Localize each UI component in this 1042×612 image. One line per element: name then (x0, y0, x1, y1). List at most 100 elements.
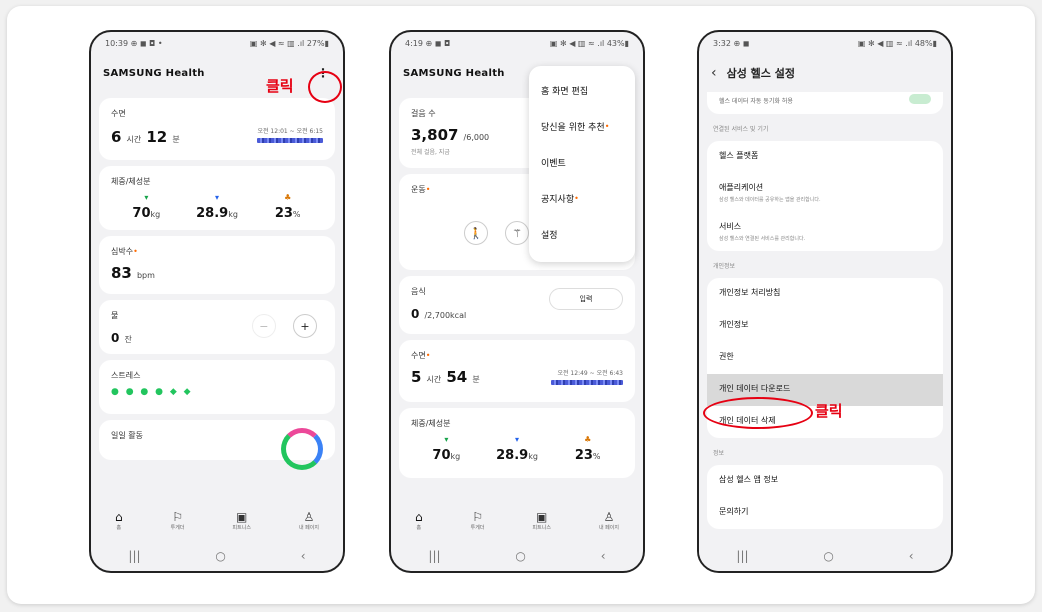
fat-icon: ♣ (584, 435, 592, 444)
daily-activity-card[interactable]: 일일 활동 (99, 420, 335, 470)
sleep-card[interactable]: 수면• 5 시간 54 분 오전 12:49 ~ 오전 6:43 (399, 340, 635, 402)
sleep-label: 수면 (111, 109, 126, 118)
nav-home[interactable]: ⌂ 홈 (415, 510, 423, 531)
permissions-row[interactable]: 권한 (707, 342, 943, 374)
nav-together[interactable]: ⚐ 투게더 (471, 510, 485, 531)
new-dot: • (574, 193, 579, 203)
menu-recommend[interactable]: 당신을 위한 추천 • (529, 108, 635, 144)
muscle-icon: ▾ (215, 193, 220, 202)
nav-together[interactable]: ⚐ 투게더 (171, 510, 185, 531)
nav-my-page[interactable]: ♙ 내 페이지 (599, 510, 619, 531)
back-button[interactable]: ‹ (301, 549, 306, 563)
status-bar: 4:19 ⊕ ◼ ◘ ▣ ✻ ◀ ▥ ≈ .ıl 43%▮ (391, 32, 643, 54)
sleep-card[interactable]: 수면 6 시간 12 분 오전 12:01 ~ 오전 6:15 (99, 98, 335, 160)
food-value: 0 (411, 307, 420, 321)
health-platform-row[interactable]: 헬스 플랫폼 (707, 141, 943, 173)
exercise-label: 운동 (411, 185, 426, 194)
apps-desc: 삼성 헬스와 데이터를 공유하는 앱을 관리합니다. (719, 197, 821, 203)
menu-notices[interactable]: 공지사항 • (529, 180, 635, 216)
connected-group: 헬스 플랫폼 애플리케이션 삼성 헬스와 데이터를 공유하는 앱을 관리합니다. … (707, 141, 943, 251)
stress-card[interactable]: 스트레스 ● ● ● ● ◆ ◆ (99, 360, 335, 414)
status-time: 4:19 ⊕ ◼ ◘ (405, 38, 451, 48)
walk-icon[interactable]: 🚶 (463, 221, 488, 245)
nav-home-label: 홈 (116, 524, 122, 531)
water-value: 0 (111, 331, 120, 345)
sleep-stage-bar (551, 380, 623, 385)
home-feed[interactable]: 수면 6 시간 12 분 오전 12:01 ~ 오전 6:15 체중/체성분 ▾… (91, 92, 343, 499)
system-nav: ||| ○ ‹ (391, 541, 643, 571)
heart-rate-card[interactable]: 심박수• 83 bpm (99, 236, 335, 294)
phone-settings-screen: 3:32 ⊕ ◼ ▣ ✻ ◀ ▥ ≈ .ıl 48%▮ ‹ 삼성 헬스 설정 헬… (697, 30, 953, 573)
personal-info-row[interactable]: 개인정보 (707, 310, 943, 342)
settings-list[interactable]: 헬스 데이터 자동 동기화 허용 연결된 서비스 및 기기 헬스 플랫폼 애플리… (699, 92, 951, 541)
back-arrow-icon[interactable]: ‹ (711, 65, 717, 81)
menu-edit-home[interactable]: 홈 화면 편집 (529, 72, 635, 108)
sleep-time-range: 오전 12:01 ~ 오전 6:15 (257, 128, 323, 135)
nav-home[interactable]: ⌂ 홈 (115, 510, 123, 531)
workout-icon[interactable]: ⚚ (505, 221, 529, 245)
stress-meter: ● ● ● ● ◆ ◆ (111, 387, 193, 397)
home-button[interactable]: ○ (215, 549, 225, 563)
system-nav: ||| ○ ‹ (699, 541, 951, 571)
recent-apps-button[interactable]: ||| (428, 549, 440, 563)
apps-label: 애플리케이션 (719, 183, 764, 192)
nav-fitness[interactable]: ▣ 피트니스 (233, 510, 251, 531)
status-bar: 10:39 ⊕ ◼ ◘ • ▣ ✻ ◀ ≈ ▥ .ıl 27%▮ (91, 32, 343, 54)
food-input-button[interactable]: 입력 (549, 288, 623, 310)
home-button[interactable]: ○ (515, 549, 525, 563)
fat-unit: % (292, 210, 301, 219)
back-button[interactable]: ‹ (909, 549, 914, 563)
recent-apps-button[interactable]: ||| (128, 549, 140, 563)
nav-my-page[interactable]: ♙ 내 페이지 (299, 510, 319, 531)
fat-unit: % (592, 452, 601, 461)
services-label: 서비스 (719, 222, 742, 231)
status-time: 3:32 ⊕ ◼ (713, 38, 750, 48)
status-bar: 3:32 ⊕ ◼ ▣ ✻ ◀ ▥ ≈ .ıl 48%▮ (699, 32, 951, 54)
app-info-row[interactable]: 삼성 헬스 앱 정보 (707, 465, 943, 497)
more-options-menu: 홈 화면 편집 당신을 위한 추천 • 이벤트 공지사항 • 설정 (529, 66, 635, 262)
apps-row[interactable]: 애플리케이션삼성 헬스와 데이터를 공유하는 앱을 관리합니다. (707, 173, 943, 212)
status-icons: ▣ ✻ ◀ ▥ ≈ .ıl 48%▮ (857, 38, 937, 48)
home-icon: ⌂ (415, 509, 423, 524)
heart-unit: bpm (136, 271, 155, 280)
activity-rings (281, 428, 323, 470)
body-composition-card[interactable]: 체중/체성분 ▾ 70kg ▾ 28.9kg ♣ 23% (99, 166, 335, 230)
sleep-time-range: 오전 12:49 ~ 오전 6:43 (557, 370, 623, 377)
body-label: 체중/체성분 (111, 177, 151, 186)
click-highlight-download (703, 397, 813, 429)
health-platform-label: 헬스 플랫폼 (719, 151, 759, 160)
water-card[interactable]: 물 0 잔 − + (99, 300, 335, 354)
recent-apps-button[interactable]: ||| (736, 549, 748, 563)
water-plus-button[interactable]: + (293, 314, 317, 338)
privacy-policy-row[interactable]: 개인정보 처리방침 (707, 278, 943, 310)
nav-home-label: 홈 (416, 524, 422, 531)
app-brand: SAMSUNG Health (103, 67, 205, 79)
settings-header: ‹ 삼성 헬스 설정 (699, 54, 951, 92)
auto-sync-row[interactable]: 헬스 데이터 자동 동기화 허용 (707, 92, 943, 114)
steps-value: 3,807 (411, 126, 459, 144)
heart-label: 심박수 (111, 247, 134, 256)
new-dot: • (604, 121, 610, 131)
click-highlight-menu (308, 71, 342, 103)
water-minus-button[interactable]: − (251, 314, 276, 338)
system-nav: ||| ○ ‹ (91, 541, 343, 571)
body-composition-card[interactable]: 체중/체성분 ▾ 70kg ▾ 28.9kg ♣ 23% (399, 408, 635, 478)
services-row[interactable]: 서비스 삼성 헬스와 연결된 서비스를 관리합니다. (707, 212, 943, 251)
nav-fitness[interactable]: ▣ 피트니스 (533, 510, 551, 531)
home-button[interactable]: ○ (823, 549, 833, 563)
sleep-stage-bar (257, 138, 323, 143)
food-card[interactable]: 음식 0 /2,700kcal 입력 (399, 276, 635, 334)
click-annotation-3: 클릭 (815, 402, 843, 420)
phone-menu-screen: 4:19 ⊕ ◼ ◘ ▣ ✻ ◀ ▥ ≈ .ıl 43%▮ SAMSUNG He… (389, 30, 645, 573)
fat-value: 23 (274, 206, 293, 221)
nav-fitness-label: 피트니스 (232, 524, 251, 531)
menu-events[interactable]: 이벤트 (529, 144, 635, 180)
back-button[interactable]: ‹ (601, 549, 606, 563)
home-icon: ⌂ (115, 509, 123, 524)
sync-toggle[interactable] (909, 94, 931, 104)
bottom-nav: ⌂ 홈 ⚐ 투게더 ▣ 피트니스 ♙ 내 페이지 (391, 499, 643, 541)
status-time: 10:39 ⊕ ◼ ◘ • (105, 38, 163, 48)
contact-row[interactable]: 문의하기 (707, 497, 943, 529)
menu-settings[interactable]: 설정 (529, 216, 635, 252)
weight-value: 70 (432, 448, 451, 463)
